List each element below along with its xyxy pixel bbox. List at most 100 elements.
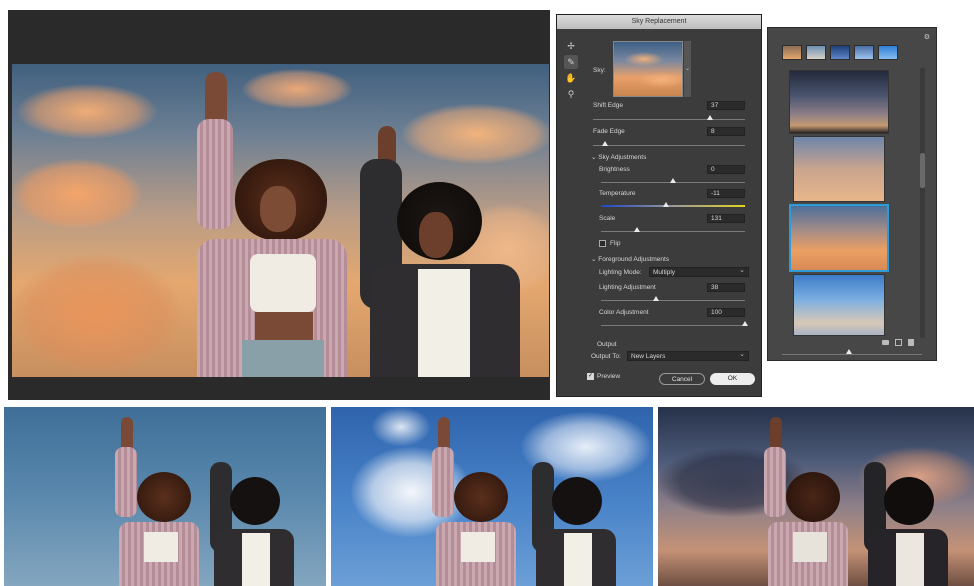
shift-edge-thumb[interactable] <box>707 115 714 120</box>
sky-preset-picker[interactable] <box>613 41 683 97</box>
shirt <box>564 533 592 586</box>
preset-group-thumb[interactable] <box>878 45 898 60</box>
dialog-title: Sky Replacement <box>557 15 761 29</box>
sky-preset-item[interactable] <box>793 136 885 202</box>
cancel-button[interactable]: Cancel <box>659 373 705 385</box>
hair <box>786 472 840 522</box>
hand-icon[interactable]: ✋ <box>564 71 578 85</box>
preset-group-thumb[interactable] <box>806 45 826 60</box>
person-left <box>147 64 357 377</box>
sky-brush-icon[interactable]: ✎ <box>564 55 578 69</box>
lighting-mode-label: Lighting Mode: <box>599 269 642 276</box>
output-to-value: New Layers <box>631 353 666 360</box>
gear-icon[interactable]: ⚙ <box>924 33 930 41</box>
cloud <box>17 84 157 139</box>
ok-button[interactable]: OK <box>710 373 755 385</box>
sky-presets-panel: ⚙ <box>767 27 937 361</box>
sky-preset-item[interactable] <box>789 70 889 134</box>
temperature-field[interactable]: -11 <box>707 189 745 198</box>
fade-edge-thumb[interactable] <box>602 141 609 146</box>
scale-slider[interactable] <box>601 231 745 232</box>
dialog-toolbar: ✢ ✎ ✋ ⚲ <box>564 39 578 103</box>
shirt <box>896 533 924 586</box>
shift-edge-label: Shift Edge <box>593 102 623 109</box>
foreground-adjustments-header[interactable]: ⌄ Foreground Adjustments <box>591 255 669 263</box>
temperature-thumb[interactable] <box>662 202 669 207</box>
face <box>260 186 296 232</box>
brightness-label: Brightness <box>599 166 630 173</box>
document-canvas[interactable] <box>8 10 550 400</box>
sky-preset-item-selected[interactable] <box>789 204 889 272</box>
example-clear-sky <box>4 407 326 586</box>
flip-label: Flip <box>610 240 621 247</box>
fade-edge-label: Fade Edge <box>593 128 625 135</box>
person-left <box>758 417 848 586</box>
preset-group-thumb[interactable] <box>830 45 850 60</box>
preset-group-thumb[interactable] <box>854 45 874 60</box>
foreground-adjustments-label: Foreground Adjustments <box>598 256 670 263</box>
midriff <box>255 312 313 340</box>
crop-top <box>144 532 178 562</box>
preview-checkbox[interactable]: ✓ <box>587 373 594 380</box>
crop-top <box>250 254 316 312</box>
lighting-mode-value: Multiply <box>653 269 676 276</box>
presets-scrollbar-thumb[interactable] <box>920 153 925 188</box>
brightness-field[interactable]: 0 <box>707 165 745 174</box>
crop-top <box>461 532 495 562</box>
person-left <box>426 417 516 586</box>
hair <box>884 477 934 525</box>
output-to-select[interactable]: New Layers <box>627 350 749 361</box>
photo-sky-replaced[interactable] <box>12 64 549 377</box>
temperature-label: Temperature <box>599 190 636 197</box>
presets-size-slider[interactable] <box>782 354 922 355</box>
raised-sleeve <box>764 447 786 517</box>
sky-picker-dropdown[interactable]: ⌄ <box>684 41 691 97</box>
preview-label: Preview <box>597 373 621 380</box>
new-preset-icon[interactable] <box>895 339 902 346</box>
scale-label: Scale <box>599 215 616 222</box>
zoom-icon[interactable]: ⚲ <box>564 87 578 101</box>
lighting-adjustment-thumb[interactable] <box>652 296 659 301</box>
hair <box>230 477 280 525</box>
face <box>419 212 453 258</box>
lighting-mode-select[interactable]: Multiply <box>649 266 749 277</box>
cloud <box>624 52 664 66</box>
presets-size-thumb[interactable] <box>846 349 852 354</box>
sky-adjustments-header[interactable]: ⌄ Sky Adjustments <box>591 153 646 161</box>
move-icon[interactable]: ✢ <box>564 39 578 53</box>
raised-sleeve <box>432 447 454 517</box>
cloud <box>639 72 682 88</box>
fade-edge-slider[interactable] <box>593 145 745 146</box>
lighting-adjustment-slider[interactable] <box>601 300 745 301</box>
temperature-slider[interactable] <box>601 205 745 207</box>
trash-icon[interactable] <box>908 339 914 346</box>
example-blue-cloud-sky <box>331 407 653 586</box>
sky-adjustments-label: Sky Adjustments <box>598 154 647 161</box>
shift-edge-slider[interactable] <box>593 119 745 120</box>
folder-icon[interactable] <box>882 340 889 345</box>
preset-group-thumb[interactable] <box>782 45 802 60</box>
shift-edge-field[interactable]: 37 <box>707 101 745 110</box>
color-adjustment-thumb[interactable] <box>742 321 748 326</box>
presets-scroll-track[interactable] <box>920 68 925 338</box>
brightness-thumb[interactable] <box>670 178 676 183</box>
color-adjustment-field[interactable]: 100 <box>707 308 745 317</box>
person-right <box>858 447 948 586</box>
crop-top <box>793 532 827 562</box>
lighting-adjustment-label: Lighting Adjustment <box>599 284 656 291</box>
flip-checkbox[interactable] <box>599 240 606 247</box>
scale-thumb[interactable] <box>634 227 640 232</box>
lighting-adjustment-field[interactable]: 38 <box>707 283 745 292</box>
person-right <box>526 447 616 586</box>
shirt <box>242 533 270 586</box>
sky-preset-item[interactable] <box>793 274 885 336</box>
example-stormy-sunset-sky <box>658 407 974 586</box>
cloud <box>371 407 431 447</box>
color-adjustment-label: Color Adjustment <box>599 309 649 316</box>
raised-sleeve <box>115 447 137 517</box>
fade-edge-field[interactable]: 8 <box>707 127 745 136</box>
cloud <box>12 159 142 229</box>
person-left <box>109 417 199 586</box>
color-adjustment-slider[interactable] <box>601 325 745 326</box>
scale-field[interactable]: 131 <box>707 214 745 223</box>
